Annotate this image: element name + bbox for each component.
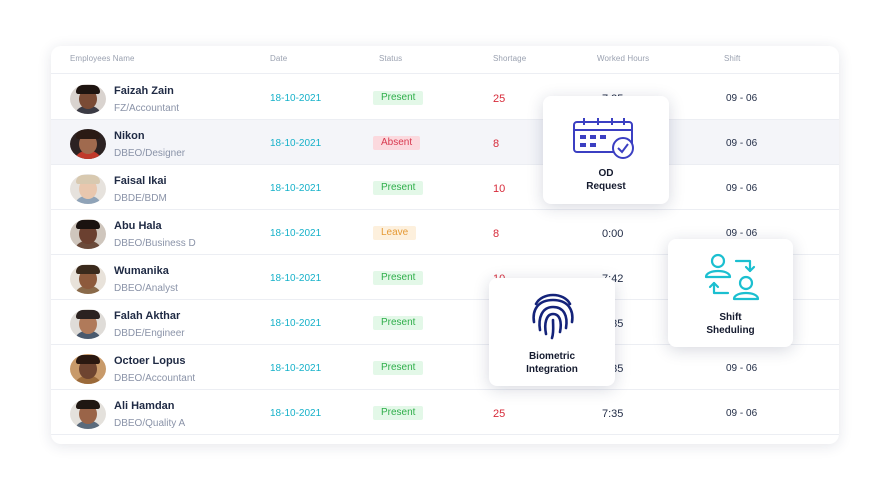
- shift-value: 09 - 06: [726, 183, 758, 194]
- employee-name[interactable]: Abu Hala: [114, 220, 162, 232]
- table-row[interactable]: Faisal Ikai DBDE/BDM 18-10-2021 Present 10 09…: [51, 165, 839, 210]
- employee-name[interactable]: Nikon: [114, 130, 145, 142]
- table-row[interactable]: Faizah Zain FZ/Accountant 18-10-2021 Presen…: [51, 75, 839, 120]
- status-badge: Leave: [373, 226, 417, 240]
- od-request-card[interactable]: OD Request: [543, 96, 669, 204]
- table-row[interactable]: Octoer Lopus DBEO/Accountant 18-10-2021 Pre…: [51, 345, 839, 390]
- table-row[interactable]: Nikon DBEO/Designer 18-10-2021 Absent 8 09 - …: [51, 120, 839, 165]
- shift-value: 09 - 06: [726, 138, 758, 149]
- attendance-date: 18-10-2021: [270, 363, 322, 374]
- shift-scheduling-label-line2: Sheduling: [706, 325, 755, 336]
- header-shortage[interactable]: Shortage: [493, 54, 526, 63]
- avatar: [70, 264, 106, 294]
- employee-role: DBDE/Engineer: [114, 328, 185, 339]
- status-badge: Present: [373, 271, 424, 285]
- worked-hours-value: 0:00: [602, 228, 624, 240]
- avatar: [70, 174, 106, 204]
- table-row[interactable]: Ali Hamdan DBEO/Quality A 18-10-2021 Presen…: [51, 390, 839, 435]
- attendance-date: 18-10-2021: [270, 408, 322, 419]
- attendance-date: 18-10-2021: [270, 93, 322, 104]
- employee-role: DBEO/Quality A: [114, 418, 186, 429]
- header-worked-hours[interactable]: Worked Hours: [597, 54, 649, 63]
- shortage-value: 25: [493, 408, 506, 420]
- attendance-date: 18-10-2021: [270, 318, 322, 329]
- biometric-integration-card[interactable]: Biometric Integration: [489, 278, 615, 386]
- attendance-date: 18-10-2021: [270, 138, 322, 149]
- employee-role: FZ/Accountant: [114, 103, 180, 114]
- employee-role: DBEO/Analyst: [114, 283, 178, 294]
- attendance-date: 18-10-2021: [270, 183, 322, 194]
- avatar: [70, 309, 106, 339]
- employee-role: DBEO/Designer: [114, 148, 186, 159]
- employee-role: DBEO/Accountant: [114, 373, 196, 384]
- status-badge: Present: [373, 91, 424, 105]
- shift-value: 09 - 06: [726, 93, 758, 104]
- shift-value: 09 - 06: [726, 408, 758, 419]
- shift-scheduling-card[interactable]: Shift Sheduling: [668, 239, 793, 347]
- header-shift[interactable]: Shift: [724, 54, 741, 63]
- attendance-date: 18-10-2021: [270, 228, 322, 239]
- biometric-label-line2: Integration: [526, 364, 578, 375]
- table-header: Employees Name Date Status Shortage Work…: [51, 46, 839, 74]
- shortage-value: 8: [493, 138, 500, 150]
- avatar: [70, 129, 106, 159]
- shortage-value: 10: [493, 183, 506, 195]
- header-employee-name[interactable]: Employees Name: [70, 54, 135, 63]
- shift-value: 09 - 06: [726, 363, 758, 374]
- worked-hours-value: 7:35: [602, 408, 624, 420]
- employee-name[interactable]: Ali Hamdan: [114, 400, 175, 412]
- status-badge: Present: [373, 181, 424, 195]
- employee-name[interactable]: Faizah Zain: [114, 85, 174, 97]
- shift-scheduling-label-line1: Shift: [719, 312, 742, 323]
- status-badge: Present: [373, 361, 424, 375]
- shift-value: 09 - 06: [726, 228, 758, 239]
- attendance-date: 18-10-2021: [270, 273, 322, 284]
- employee-name[interactable]: Wumanika: [114, 265, 169, 277]
- status-badge: Present: [373, 406, 424, 420]
- avatar: [70, 219, 106, 249]
- shortage-value: 25: [493, 93, 506, 105]
- employee-name[interactable]: Faisal Ikai: [114, 175, 167, 187]
- user-swap-icon: [704, 253, 760, 301]
- calendar-check-icon: [573, 118, 634, 159]
- employee-role: DBEO/Business D: [114, 238, 196, 249]
- status-badge: Absent: [373, 136, 421, 150]
- avatar: [70, 354, 106, 384]
- avatar: [70, 399, 106, 429]
- od-request-label-line1: OD: [598, 168, 614, 179]
- header-date[interactable]: Date: [270, 54, 287, 63]
- employee-name[interactable]: Octoer Lopus: [114, 355, 186, 367]
- fingerprint-icon: [532, 293, 574, 340]
- od-request-label-line2: Request: [586, 181, 626, 192]
- avatar: [70, 84, 106, 114]
- biometric-label-line1: Biometric: [528, 351, 576, 362]
- shortage-value: 8: [493, 228, 500, 240]
- employee-name[interactable]: Falah Akthar: [114, 310, 180, 322]
- status-badge: Present: [373, 316, 424, 330]
- employee-role: DBDE/BDM: [114, 193, 167, 204]
- header-status[interactable]: Status: [379, 54, 402, 63]
